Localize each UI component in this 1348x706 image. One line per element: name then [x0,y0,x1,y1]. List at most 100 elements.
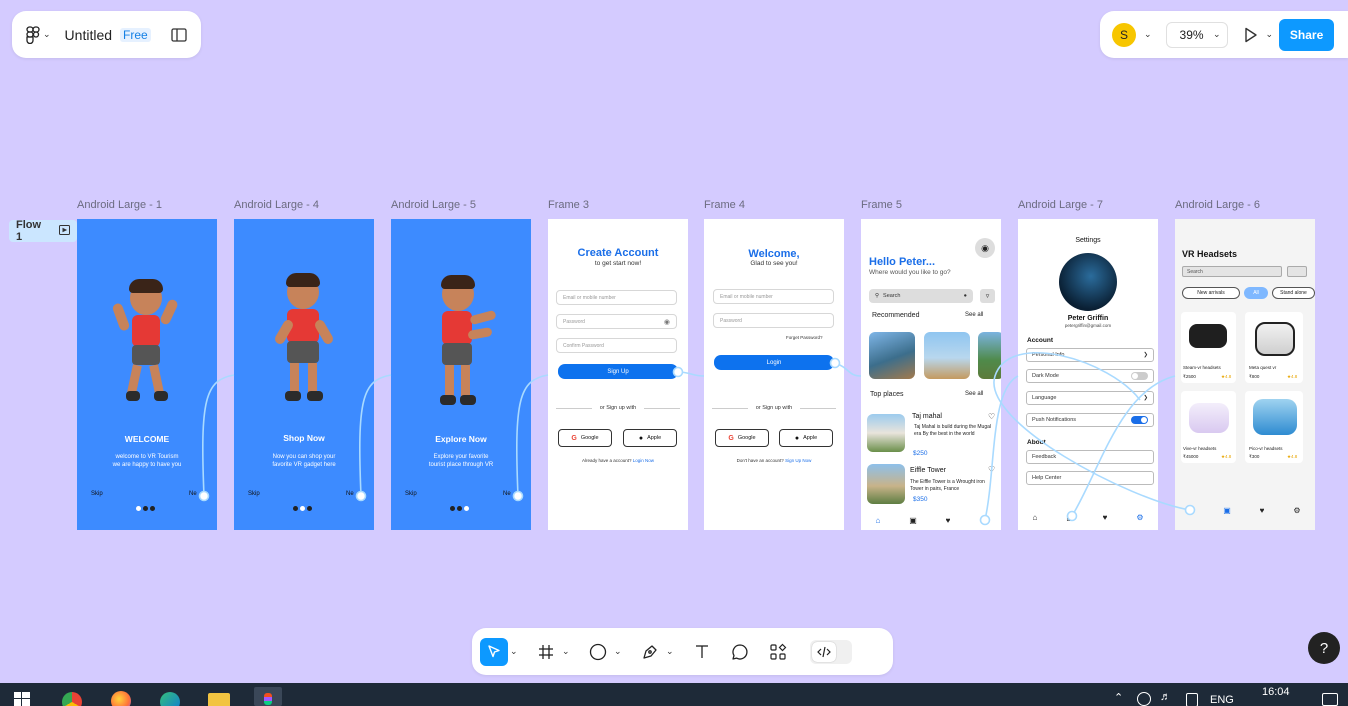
frame-signup[interactable]: Create Account to get start now! Email o… [548,219,688,530]
settings-icon[interactable]: ⚙ [1136,513,1143,522]
move-tool[interactable] [480,637,508,666]
heart-icon[interactable]: ♡ [988,412,995,421]
filter-icon[interactable]: ▿ [980,289,995,303]
frame-home[interactable]: ◉ Hello Peter... Where would you like to… [861,219,1001,530]
notification-icon[interactable] [1322,693,1338,706]
forgot-password-link[interactable]: Forget Password? [786,335,823,340]
windows-start-icon[interactable] [14,692,30,706]
filter-chip-active[interactable]: All [1244,287,1268,299]
chrome-icon[interactable] [62,692,82,706]
settings-row-feedback[interactable]: Feedback [1026,450,1154,464]
search-bar[interactable]: ⚲ Search ● [869,289,973,303]
chevron-down-icon[interactable]: ⌄ [1144,29,1152,40]
home-icon[interactable]: ⌂ [875,516,880,525]
frame-title[interactable]: Frame 3 [548,199,589,211]
mic-icon[interactable]: ● [964,293,967,299]
present-icon[interactable] [1244,27,1258,43]
search-input[interactable]: Search [1182,266,1282,277]
file-title[interactable]: Untitled [65,27,112,43]
filter-chip[interactable]: Stand alone [1272,287,1315,299]
heart-icon[interactable]: ♥ [1103,513,1108,522]
settings-row-dark-mode[interactable]: Dark Mode [1026,369,1154,383]
skip-link[interactable]: Skip [248,491,260,497]
frame-title[interactable]: Android Large - 6 [1175,199,1260,211]
frame-title[interactable]: Android Large - 7 [1018,199,1103,211]
text-tool-icon[interactable] [688,638,716,666]
google-button[interactable]: G Google [715,429,769,447]
toggle-on[interactable] [1131,416,1148,424]
next-link[interactable]: Ne [346,491,354,497]
share-button[interactable]: Share [1279,18,1335,51]
frame-onboarding-3[interactable]: Explore Now Explore your favorite touris… [391,219,531,530]
signup-button[interactable]: Sign Up [558,364,678,379]
avatar[interactable]: S [1112,22,1136,47]
chevron-down-icon[interactable]: ⌄ [562,646,574,657]
product-card[interactable]: Vive-vr headsets ₹45000 ★4.8 [1181,391,1236,463]
pen-tool-icon[interactable] [636,638,664,666]
eye-icon[interactable]: ◉ [664,318,670,326]
dev-mode-toggle[interactable] [810,639,852,664]
settings-row-push-notifications[interactable]: Push Notifications [1026,413,1154,427]
help-button[interactable]: ? [1308,632,1340,664]
frame-login[interactable]: Welcome, Glad to see you! Email or mobil… [704,219,844,530]
frame-settings[interactable]: Settings Peter Griffin petergriffin@gmai… [1018,219,1158,530]
cart-icon[interactable]: ▣ [1223,506,1231,515]
firefox-icon[interactable] [111,691,131,706]
settings-icon[interactable]: ⚙ [979,516,986,525]
frame-title[interactable]: Android Large - 4 [234,199,319,211]
signup-now-link[interactable]: Sign Up Now [785,458,811,463]
login-now-link[interactable]: Login Now [633,458,654,463]
skip-link[interactable]: Skip [91,491,103,497]
settings-row-personal-info[interactable]: Personal Info ❯ [1026,348,1154,362]
present-flow-icon[interactable] [59,222,70,240]
place-image[interactable] [867,464,905,504]
frame-shop[interactable]: VR Headsets Search New arrivals All Stan… [1175,219,1315,530]
tray-chevron-icon[interactable]: ⌃ [1114,691,1123,704]
place-image[interactable] [867,414,905,452]
frame-tool-icon[interactable] [532,638,560,666]
sidebar-toggle-icon[interactable] [171,27,187,42]
skip-link[interactable]: Skip [405,491,417,497]
see-all-link[interactable]: See all [965,391,983,397]
ellipse-tool-icon[interactable] [584,638,612,666]
heart-icon[interactable]: ♥ [1260,506,1265,515]
cart-icon[interactable]: ▣ [1066,513,1074,522]
heart-icon[interactable]: ♡ [988,465,995,474]
chevron-down-icon[interactable]: ⌄ [1266,29,1274,40]
home-icon[interactable]: ⌂ [1032,513,1037,522]
apple-button[interactable]: ● Apple [623,429,677,447]
battery-icon[interactable] [1186,693,1198,706]
language-indicator[interactable]: ENG [1210,694,1234,706]
see-all-link[interactable]: See all [965,312,983,318]
email-field[interactable]: Email or mobile number [556,290,677,305]
recommended-card[interactable] [978,332,1001,379]
zoom-control[interactable]: 39% ⌄ [1165,21,1228,48]
figma-taskbar-icon[interactable] [254,687,282,706]
apple-button[interactable]: ● Apple [779,429,833,447]
comment-tool-icon[interactable] [726,638,754,666]
flow-label[interactable]: Flow 1 [9,219,77,243]
frame-onboarding-2[interactable]: Shop Now Now you can shop your favorite … [234,219,374,530]
toggle-off[interactable] [1131,372,1148,380]
recommended-card[interactable] [869,332,915,379]
profile-avatar[interactable] [1059,253,1117,311]
google-button[interactable]: G Google [558,429,612,447]
edge-icon[interactable] [160,692,180,706]
email-field[interactable]: Email or mobile number [713,289,834,304]
next-link[interactable]: Ne [503,491,511,497]
recommended-card[interactable] [924,332,970,379]
settings-row-help-center[interactable]: Help Center [1026,471,1154,485]
volume-icon[interactable]: ♬ [1160,691,1171,703]
heart-icon[interactable]: ♥ [946,516,951,525]
settings-icon[interactable]: ⚙ [1293,506,1300,515]
confirm-password-field[interactable]: Confirm Password [556,338,677,353]
chevron-down-icon[interactable]: ⌄ [666,646,678,657]
frame-onboarding-1[interactable]: WELCOME welcome to VR Tourism we are hap… [77,219,217,530]
frame-title[interactable]: Frame 4 [704,199,745,211]
settings-row-language[interactable]: Language ❯ [1026,391,1154,405]
main-menu-icon[interactable]: ⌄ [26,25,51,44]
product-card[interactable]: Meta quest vr ₹800 ★4.8 [1245,312,1303,383]
product-card[interactable]: Steam-vr headsets ₹2500 ★4.8 [1181,312,1236,383]
product-card[interactable]: Pico-vr headsets ₹300 ★4.8 [1245,391,1303,463]
network-icon[interactable] [1137,692,1151,706]
